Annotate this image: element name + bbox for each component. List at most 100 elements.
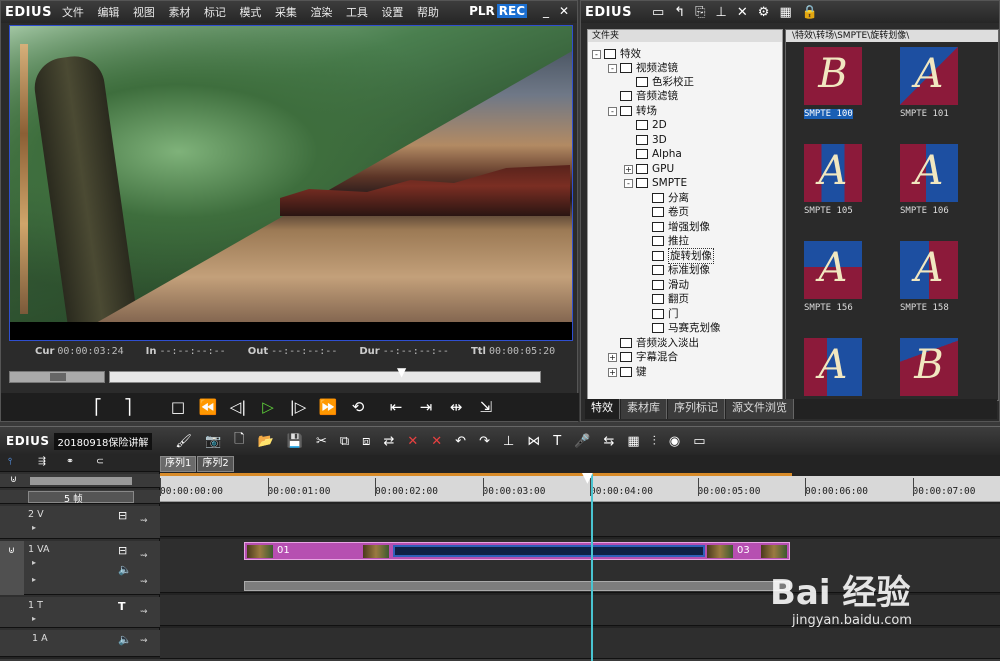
snapshot-icon[interactable]: 📷 bbox=[205, 434, 221, 449]
tab-sequence-markers[interactable]: 序列标记 bbox=[668, 399, 725, 419]
minimize-icon[interactable]: _ bbox=[539, 5, 553, 19]
menu-render[interactable]: 渲染 bbox=[310, 6, 332, 19]
tree-item[interactable]: 音频淡入淡出 bbox=[608, 336, 699, 350]
zoom-slider[interactable] bbox=[30, 477, 132, 485]
tree-item[interactable]: + 键 bbox=[608, 365, 647, 379]
copy-icon[interactable]: ⧉ bbox=[340, 434, 349, 449]
mixer-icon[interactable]: ⫶ bbox=[653, 434, 656, 449]
up-folder-icon[interactable]: ↰ bbox=[674, 5, 685, 20]
set-out-icon[interactable]: ⎤ bbox=[115, 395, 141, 419]
plr-rec-toggle[interactable]: PLR REC bbox=[469, 4, 527, 18]
color-icon[interactable]: ◉ bbox=[669, 434, 680, 449]
video-clip[interactable]: 01 03 bbox=[244, 542, 790, 560]
play-icon[interactable]: ▷ bbox=[255, 395, 281, 419]
transition-block[interactable] bbox=[393, 545, 705, 557]
mode-icon[interactable]: 🖌 bbox=[175, 434, 192, 449]
close-icon[interactable]: ✕ bbox=[557, 5, 571, 19]
transition-thumbnail[interactable]: A bbox=[900, 241, 958, 299]
tab-effects[interactable]: 特效 bbox=[585, 399, 620, 419]
expand-icon[interactable]: ▸ bbox=[32, 558, 36, 567]
transition-thumbnail[interactable]: A bbox=[804, 144, 862, 202]
menu-clip[interactable]: 素材 bbox=[168, 6, 190, 19]
view-mode-icon[interactable]: ▦ bbox=[779, 5, 791, 20]
transition-label[interactable]: SMPTE 156 bbox=[804, 303, 853, 313]
track-1t[interactable]: 1 T T ▸ ⇝ bbox=[0, 597, 160, 628]
tree-item[interactable]: 色彩校正 bbox=[624, 75, 694, 89]
track-toggle-icon[interactable]: ⇝ bbox=[140, 551, 148, 561]
menu-edit[interactable]: 编辑 bbox=[97, 6, 119, 19]
redo-icon[interactable]: ↷ bbox=[479, 434, 490, 449]
tab-sequence-2[interactable]: 序列2 bbox=[197, 456, 234, 472]
expand-icon[interactable]: ▸ bbox=[32, 523, 36, 532]
collapse-icon[interactable]: - bbox=[608, 106, 617, 116]
transition-thumbnail[interactable]: B bbox=[900, 338, 958, 396]
audio-toggle-icon[interactable]: ⇝ bbox=[140, 577, 148, 587]
collapse-icon[interactable]: - bbox=[624, 178, 633, 188]
lock-icon[interactable]: 🔒 bbox=[802, 5, 818, 20]
timeline-cursor[interactable] bbox=[591, 474, 593, 661]
microphone-icon[interactable]: 🎤 bbox=[574, 434, 590, 449]
tree-item[interactable]: 标准划像 bbox=[640, 263, 710, 277]
tree-item[interactable]: 增强划像 bbox=[640, 220, 710, 234]
add-cut-icon[interactable]: ⊥ bbox=[503, 434, 514, 449]
menu-view[interactable]: 视图 bbox=[133, 6, 155, 19]
collapse-icon[interactable]: - bbox=[608, 63, 617, 73]
menu-file[interactable]: 文件 bbox=[62, 6, 84, 19]
paste-icon[interactable]: ⧈ bbox=[362, 434, 370, 449]
tree-item[interactable]: 翻页 bbox=[640, 292, 689, 306]
tree-item[interactable]: 卷页 bbox=[640, 205, 689, 219]
tree-item[interactable]: + 字幕混合 bbox=[608, 350, 678, 364]
video-icon[interactable]: ⊟ bbox=[118, 544, 127, 557]
track-1va[interactable]: ⊍ 1 VA ⊟ 🔈 ▸ ▸ ⇝ ⇝ bbox=[0, 541, 160, 595]
tab-source-browser[interactable]: 源文件浏览 bbox=[726, 399, 794, 419]
title-track-icon[interactable]: T bbox=[118, 600, 126, 613]
tree-item[interactable]: 3D bbox=[624, 133, 667, 147]
expand-icon[interactable]: + bbox=[608, 367, 617, 377]
tree-item[interactable]: - 转场 bbox=[608, 104, 657, 118]
folder-icon[interactable]: ▭ bbox=[652, 5, 664, 20]
track-toggle-icon[interactable]: ⇝ bbox=[140, 607, 148, 617]
delete-clip-icon[interactable]: ✕ bbox=[407, 434, 418, 449]
link-icon[interactable]: ⚭ bbox=[66, 456, 74, 467]
tree-item[interactable]: 音频滤镜 bbox=[608, 89, 678, 103]
transition-label[interactable]: SMPTE 158 bbox=[900, 303, 949, 313]
multicam-icon[interactable]: ▦ bbox=[627, 434, 639, 449]
undo-icon[interactable]: ↶ bbox=[455, 434, 466, 449]
properties-icon[interactable]: ⚙ bbox=[758, 5, 770, 20]
sync-icon[interactable]: ⇆ bbox=[603, 434, 614, 449]
tree-item[interactable]: - SMPTE bbox=[624, 176, 687, 190]
overwrite-icon[interactable]: ⇥ bbox=[413, 395, 439, 419]
expand-audio-icon[interactable]: ▸ bbox=[32, 575, 36, 584]
track-tool-icon[interactable]: ⫯ bbox=[8, 456, 12, 467]
track-toggle-icon[interactable]: ⇝ bbox=[140, 516, 148, 526]
transition-label[interactable]: SMPTE 101 bbox=[900, 109, 949, 119]
tree-item[interactable]: Alpha bbox=[624, 147, 682, 161]
ripple-icon[interactable]: ⇹ bbox=[443, 395, 469, 419]
transition-label[interactable]: SMPTE 106 bbox=[900, 206, 949, 216]
shuttle-handle[interactable] bbox=[50, 373, 66, 381]
output-icon[interactable]: ⇲ bbox=[473, 395, 499, 419]
step-forward-icon[interactable]: |▷ bbox=[285, 395, 311, 419]
transition-thumbnail[interactable]: A bbox=[804, 241, 862, 299]
transition-thumbnail[interactable]: A bbox=[804, 338, 862, 396]
menu-mode[interactable]: 模式 bbox=[239, 6, 261, 19]
cut-icon[interactable]: ✂ bbox=[316, 434, 327, 449]
transition-label[interactable]: SMPTE 105 bbox=[804, 206, 853, 216]
transition-thumbnail[interactable]: B bbox=[804, 47, 862, 105]
menu-help[interactable]: 帮助 bbox=[417, 6, 439, 19]
tree-item[interactable]: 马赛克划像 bbox=[640, 321, 721, 335]
audio-clip[interactable] bbox=[244, 581, 790, 591]
save-icon[interactable]: 💾 bbox=[287, 434, 303, 449]
layout-icon[interactable]: ▭ bbox=[693, 434, 705, 449]
speaker-icon[interactable]: 🔈 bbox=[118, 563, 132, 576]
video-icon[interactable]: ⊟ bbox=[118, 509, 127, 522]
transition-thumbnail[interactable]: A bbox=[900, 47, 958, 105]
cursor-head-icon[interactable]: ▼ bbox=[582, 470, 593, 486]
track-2v[interactable]: 2 V ⊟ ▸ ⇝ bbox=[0, 506, 160, 539]
add-clip-icon[interactable]: ⎘ bbox=[695, 5, 705, 20]
rewind-icon[interactable]: ⏪ bbox=[195, 395, 221, 419]
speaker-icon[interactable]: 🔈 bbox=[118, 633, 132, 646]
new-sequence-icon[interactable]: 🗋 bbox=[234, 430, 244, 452]
fast-forward-icon[interactable]: ⏩ bbox=[315, 395, 341, 419]
add-to-timeline-icon[interactable]: ⊥ bbox=[716, 5, 727, 20]
